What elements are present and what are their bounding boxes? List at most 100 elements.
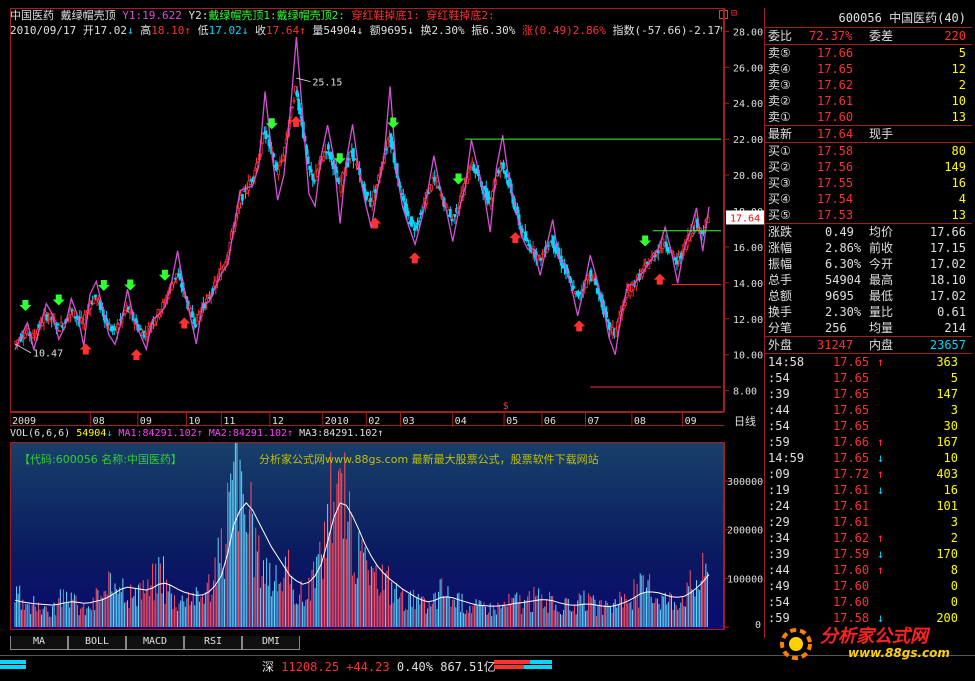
candle-body [330, 152, 333, 160]
date-tick-label: 06 [544, 416, 556, 427]
stat-row: 总额 9695 最低 17.02 [765, 288, 972, 304]
quote-count: (40) [937, 11, 966, 25]
candle-body [58, 330, 61, 332]
signal-green-arrow [333, 153, 346, 165]
tick-volume: 101 [936, 499, 958, 513]
bid-label: 买③ [768, 176, 791, 190]
tick-row: 14:58 17.65 ↑ 363 [765, 354, 972, 370]
peak-annotation-leader [296, 77, 311, 83]
tab-ma[interactable]: MA [10, 636, 68, 650]
tick-row: :44 17.65 3 [765, 402, 972, 418]
volume-chart[interactable]: 【代码:600056 名称:中国医药】 分析家公式网www.88gs.com 最… [10, 442, 724, 630]
status-market: 深 [262, 660, 275, 674]
candle-body [672, 254, 676, 258]
now-hand-label: 现手 [869, 127, 894, 141]
ask-row[interactable]: 卖① 17.60 13 [765, 109, 972, 125]
tick-time: :59 [768, 435, 790, 449]
candle-body [353, 158, 357, 161]
candle-body [283, 146, 287, 156]
latest-label: 最新 [768, 127, 793, 141]
candle-body [502, 162, 505, 169]
bid-label: 买① [768, 144, 791, 158]
stat-value: 17.02 [929, 257, 966, 271]
candle-body [666, 246, 669, 252]
tab-dmi[interactable]: DMI [242, 636, 300, 650]
stat-row: 涨跌 0.49 均价 17.66 [765, 224, 972, 240]
tick-volume: 0 [950, 595, 958, 609]
overlay-code: 【代码:600056 名称:中国医药】 [19, 451, 182, 467]
stat-value: 17.66 [929, 225, 966, 239]
status-index-value: 11208.25 [281, 660, 340, 674]
ask-price: 17.60 [817, 110, 854, 124]
stat-label: 总手 [768, 273, 793, 287]
price-tick-label: 20.00 [733, 171, 763, 182]
candle-body [375, 183, 379, 186]
signal-green-arrow [19, 300, 32, 312]
bid-price: 17.58 [817, 144, 854, 158]
candle-body [417, 220, 421, 223]
bid-row[interactable]: 买③ 17.55 16 [765, 175, 972, 191]
tab-rsi[interactable]: RSI [184, 636, 242, 650]
candle-body [370, 201, 374, 207]
candle-body [469, 167, 473, 170]
ma2-label: MA2: [208, 428, 233, 439]
stat-label: 量比 [869, 305, 894, 319]
ask-row[interactable]: 卖④ 17.65 12 [765, 61, 972, 77]
ask-row[interactable]: 卖③ 17.62 2 [765, 77, 972, 93]
ask-row[interactable]: 卖⑤ 17.66 5 [765, 45, 972, 61]
candle-body [434, 180, 438, 183]
stat-label: 最低 [869, 289, 894, 303]
logo-name: 分析家公式网 [820, 626, 928, 647]
bid-row[interactable]: 买① 17.58 80 [765, 143, 972, 159]
tick-list[interactable]: 14:58 17.65 ↑ 363:54 17.65 5:39 17.65 147:44 17.… [765, 354, 972, 626]
tab-boll[interactable]: BOLL [68, 636, 126, 650]
tick-row: :29 17.61 3 [765, 514, 972, 530]
tick-volume: 3 [950, 403, 958, 417]
stat-label: 涨跌 [768, 225, 793, 239]
peak-annotation: 25.15 [312, 77, 342, 88]
candle-body [67, 314, 71, 318]
price-chart[interactable]: 10.47 25.15 $ [10, 8, 724, 412]
ask-volume: 13 [951, 110, 966, 124]
bid-price: 17.56 [817, 160, 854, 174]
ask-row[interactable]: 卖② 17.61 10 [765, 93, 972, 109]
date-tick-label: 08 [634, 416, 646, 427]
tick-up-icon: ↑ [877, 467, 885, 481]
signal-green-arrow [97, 280, 110, 292]
stats-list: 涨跌 0.49 均价 17.66 涨幅 2.86% 前收 17.15 振幅 6.30% 今开 17.0… [765, 224, 972, 336]
date-tick-label: 04 [455, 416, 467, 427]
candle-body [355, 163, 358, 166]
ask-label: 卖② [768, 94, 791, 108]
signal-red-arrow [653, 273, 666, 285]
bid-row[interactable]: 买⑤ 17.53 13 [765, 207, 972, 223]
bid-list: 买① 17.58 80 买② 17.56 149 买③ 17.55 16 买④ 17.54 4 买⑤ 17… [765, 143, 972, 223]
candle-body [281, 159, 285, 162]
stat-value: 0.49 [825, 225, 854, 239]
tick-price: 17.65 [833, 403, 870, 417]
tick-row: :39 17.65 147 [765, 386, 972, 402]
tick-time: :19 [768, 483, 790, 497]
tab-macd[interactable]: MACD [126, 636, 184, 650]
candle-body [497, 170, 501, 174]
tick-row: :34 17.62 ↑ 2 [765, 530, 972, 546]
tick-price: 17.61 [833, 499, 870, 513]
tick-row: :24 17.61 101 [765, 498, 972, 514]
quote-title: 600056 中国医药(40) [765, 8, 972, 28]
candle-body [589, 269, 593, 282]
tick-up-icon: ↑ [877, 355, 885, 369]
candle-body [261, 133, 265, 144]
vol-current: 54904 [76, 428, 107, 439]
volume-tick-label: 0 [755, 620, 761, 630]
period-label[interactable]: 日线 [726, 413, 764, 428]
candle-body [678, 256, 682, 259]
candle-body [575, 290, 579, 296]
volume-axis-svg: 300000 200000 100000 0 [725, 477, 763, 630]
ask-volume: 12 [951, 62, 966, 76]
date-tick-label: 05 [506, 416, 518, 427]
candle-body [276, 169, 280, 176]
ma3-label: MA3: [299, 428, 324, 439]
tick-time: :54 [768, 595, 790, 609]
stat-value: 6.30% [825, 257, 862, 271]
bid-row[interactable]: 买④ 17.54 4 [765, 191, 972, 207]
bid-row[interactable]: 买② 17.56 149 [765, 159, 972, 175]
